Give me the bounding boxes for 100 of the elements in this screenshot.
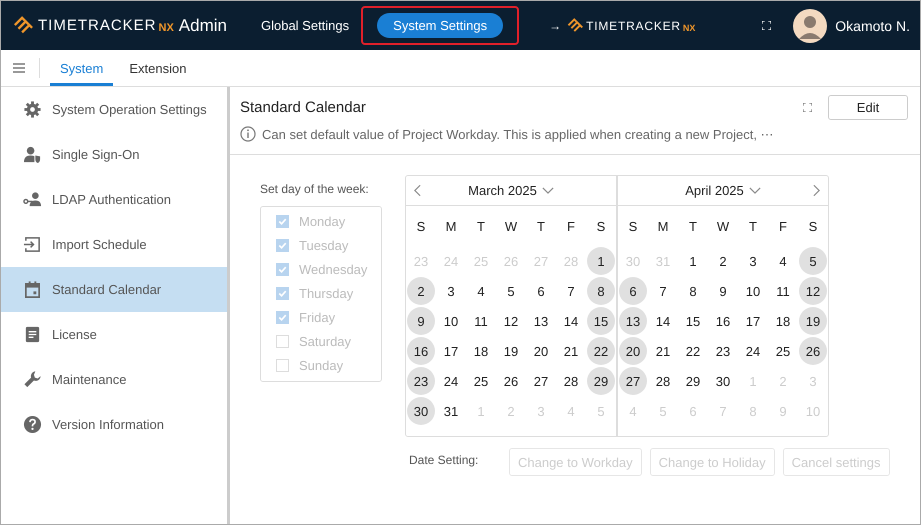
app-logo-text[interactable]: TIMETRACKER: [586, 18, 681, 32]
edit-button[interactable]: Edit: [828, 95, 908, 120]
calendar-day[interactable]: 21: [649, 337, 677, 365]
calendar-day[interactable]: 8: [587, 277, 615, 305]
calendar-day[interactable]: 28: [557, 367, 585, 395]
month-title[interactable]: March 2025: [468, 183, 537, 198]
weekday-header: W: [504, 218, 518, 236]
calendar-day[interactable]: 10: [739, 277, 767, 305]
user-name[interactable]: Okamoto N.: [835, 18, 910, 34]
calendar-day[interactable]: 28: [649, 367, 677, 395]
weekday-header: T: [688, 218, 698, 236]
calendar-day[interactable]: 13: [619, 307, 647, 335]
calendar-day[interactable]: 16: [709, 307, 737, 335]
sidebar-item[interactable]: License: [1, 312, 227, 357]
calendar-day[interactable]: 19: [497, 337, 525, 365]
weekday-header: S: [596, 218, 606, 236]
calendar-day[interactable]: 7: [557, 277, 585, 305]
weekday-header: T: [748, 218, 758, 236]
calendar-day[interactable]: 13: [527, 307, 555, 335]
calendar-day[interactable]: 15: [587, 307, 615, 335]
calendar-day[interactable]: 23: [407, 367, 435, 395]
calendar-day[interactable]: 24: [437, 367, 465, 395]
tab[interactable]: System: [50, 50, 114, 86]
weekday-name: Friday: [299, 310, 336, 324]
calendar-day[interactable]: 26: [799, 337, 827, 365]
calendar-day[interactable]: 5: [799, 247, 827, 275]
calendar-day[interactable]: 15: [679, 307, 707, 335]
wrench-icon: [23, 370, 42, 389]
calendar-day[interactable]: 4: [769, 247, 797, 275]
logo-suffix: NX: [158, 22, 174, 34]
sidebar-item[interactable]: Maintenance: [1, 357, 227, 402]
calendar-day[interactable]: 6: [527, 277, 555, 305]
weekday-name: Sunday: [299, 358, 344, 372]
sidebar-item[interactable]: Standard Calendar: [1, 267, 227, 312]
calendar-day[interactable]: 9: [407, 307, 435, 335]
logo-suffix: NX: [682, 22, 696, 32]
calendar-day[interactable]: 27: [527, 367, 555, 395]
calendar-day[interactable]: 3: [437, 277, 465, 305]
calendar-day[interactable]: 25: [467, 367, 495, 395]
calendar-day[interactable]: 26: [497, 367, 525, 395]
calendar-day[interactable]: 12: [799, 277, 827, 305]
nav-button[interactable]: Global Settings: [256, 13, 354, 38]
calendar-day[interactable]: 2: [407, 277, 435, 305]
calendar-day[interactable]: 5: [497, 277, 525, 305]
nav-button[interactable]: System Settings: [377, 13, 504, 38]
calendar-day[interactable]: 22: [587, 337, 615, 365]
calendar-day[interactable]: 3: [739, 247, 767, 275]
calendar-day[interactable]: 2: [709, 247, 737, 275]
calendar-day[interactable]: 8: [679, 277, 707, 305]
calendar-day[interactable]: 30: [407, 397, 435, 425]
calendar-day[interactable]: 29: [587, 367, 615, 395]
chevron-left-icon[interactable]: [414, 184, 421, 197]
weekday-name: Wednesday: [299, 262, 368, 276]
calendar-day[interactable]: 24: [739, 337, 767, 365]
calendar-day[interactable]: 18: [769, 307, 797, 335]
calendar-day[interactable]: 6: [619, 277, 647, 305]
calendar-day[interactable]: 1: [587, 247, 615, 275]
calendar-day[interactable]: 4: [467, 277, 495, 305]
menu-icon[interactable]: [13, 63, 25, 73]
calendar-day[interactable]: 14: [649, 307, 677, 335]
calendar-day[interactable]: 25: [769, 337, 797, 365]
tab[interactable]: Extension: [119, 50, 196, 86]
weekday-header: M: [444, 218, 458, 236]
calendar-day[interactable]: 9: [709, 277, 737, 305]
calendar-day[interactable]: 16: [407, 337, 435, 365]
avatar[interactable]: [793, 8, 828, 42]
calendar-day[interactable]: 11: [769, 277, 797, 305]
calendar-day[interactable]: 23: [709, 337, 737, 365]
sidebar-item[interactable]: Version Information: [1, 402, 227, 447]
calendar-day[interactable]: 1: [679, 247, 707, 275]
calendar-day[interactable]: 30: [709, 367, 737, 395]
sidebar-item[interactable]: Single Sign-On: [1, 132, 227, 177]
calendar-day[interactable]: 11: [467, 307, 495, 335]
month-title[interactable]: April 2025: [685, 183, 744, 198]
sidebar-item[interactable]: System Operation Settings: [1, 87, 227, 132]
calendar-day[interactable]: 31: [437, 397, 465, 425]
calendar-day[interactable]: 17: [437, 337, 465, 365]
calendar-day[interactable]: 18: [467, 337, 495, 365]
calendar-day[interactable]: 7: [649, 277, 677, 305]
calendar-day[interactable]: 21: [557, 337, 585, 365]
panel-title: Standard Calendar: [240, 99, 367, 116]
caret-icon[interactable]: [542, 187, 554, 194]
calendar-day[interactable]: 27: [619, 367, 647, 395]
chevron-right-icon[interactable]: [813, 184, 820, 197]
calendar-day[interactable]: 20: [619, 337, 647, 365]
calendar-day[interactable]: 29: [679, 367, 707, 395]
calendar-day[interactable]: 17: [739, 307, 767, 335]
calendar-day[interactable]: 14: [557, 307, 585, 335]
calendar-day[interactable]: 10: [437, 307, 465, 335]
sidebar-item[interactable]: LDAP Authentication: [1, 177, 227, 222]
weekday-header: F: [778, 218, 788, 236]
calendar-day[interactable]: 12: [497, 307, 525, 335]
calendar-day[interactable]: 20: [527, 337, 555, 365]
caret-icon[interactable]: [748, 187, 761, 194]
weekday-header: T: [536, 218, 546, 236]
sidebar-item[interactable]: Import Schedule: [1, 222, 227, 267]
calendar-day[interactable]: 22: [679, 337, 707, 365]
calendar-day[interactable]: 19: [799, 307, 827, 335]
logo-icon[interactable]: [567, 18, 584, 34]
document-icon: [23, 325, 42, 344]
